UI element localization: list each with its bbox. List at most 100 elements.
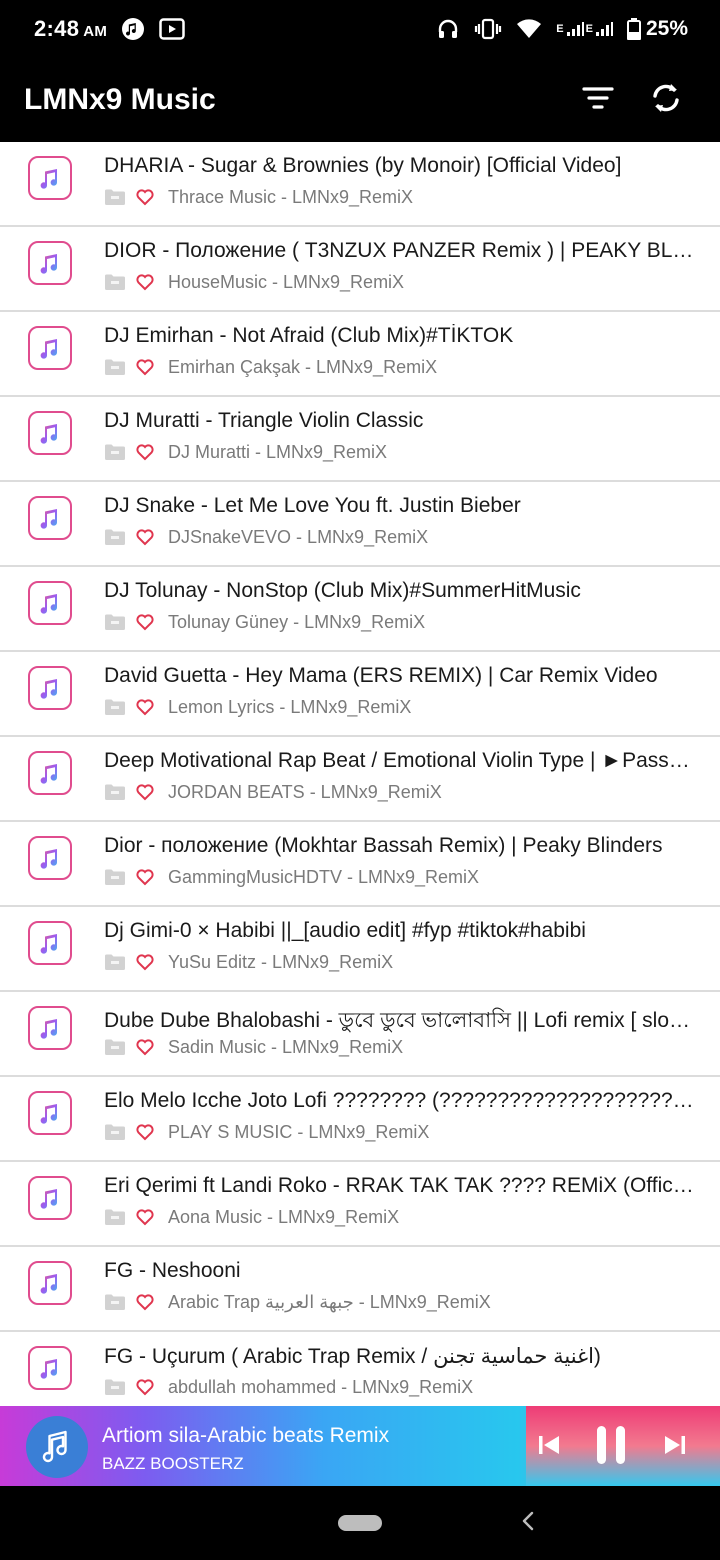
home-button[interactable] xyxy=(338,1515,382,1531)
favorite-heart-icon[interactable] xyxy=(136,1123,154,1141)
favorite-heart-icon[interactable] xyxy=(136,1208,154,1226)
music-note-icon xyxy=(28,156,72,200)
favorite-heart-icon[interactable] xyxy=(136,698,154,716)
music-note-icon xyxy=(28,666,72,710)
music-note-icon xyxy=(28,921,72,965)
favorite-heart-icon[interactable] xyxy=(136,868,154,886)
favorite-heart-icon[interactable] xyxy=(136,1293,154,1311)
song-artist: Thrace Music - LMNx9_RemiX xyxy=(168,186,414,207)
filter-button[interactable] xyxy=(568,70,628,130)
folder-icon xyxy=(104,273,126,291)
music-note-icon xyxy=(28,1176,72,1220)
app-title: LMNx9 Music xyxy=(24,83,216,116)
song-meta: Lemon Lyrics - LMNx9_RemiX xyxy=(104,695,694,719)
favorite-heart-icon[interactable] xyxy=(136,783,154,801)
song-title: FG - Neshooni xyxy=(104,1259,241,1282)
song-artist: Arabic Trap جبهة العربية - LMNx9_RemiX xyxy=(168,1291,491,1312)
song-artist: DJSnakeVEVO - LMNx9_RemiX xyxy=(168,526,429,547)
song-artist: Lemon Lyrics - LMNx9_RemiX xyxy=(168,696,412,717)
vibrate-icon xyxy=(474,17,502,41)
song-artist: Aona Music - LMNx9_RemiX xyxy=(168,1206,400,1227)
song-meta: HouseMusic - LMNx9_RemiX xyxy=(104,270,694,294)
list-item[interactable]: Dior - положение (Mokhtar Bassah Remix) … xyxy=(0,822,720,907)
song-artist: HouseMusic - LMNx9_RemiX xyxy=(168,271,405,292)
favorite-heart-icon[interactable] xyxy=(136,188,154,206)
list-item[interactable]: Eri Qerimi ft Landi Roko - RRAK TAK TAK … xyxy=(0,1162,720,1247)
favorite-heart-icon[interactable] xyxy=(136,273,154,291)
song-title: DJ Muratti - Triangle Violin Classic xyxy=(104,409,424,432)
sync-button[interactable] xyxy=(636,70,696,130)
status-bar: 2:48 AM E E 25% xyxy=(0,0,720,58)
folder-icon xyxy=(104,1293,126,1311)
music-note-icon xyxy=(28,496,72,540)
song-title: Dj Gimi-0 × Habibi ||_[audio edit] #fyp … xyxy=(104,919,586,942)
favorite-heart-icon[interactable] xyxy=(136,1038,154,1056)
music-note-icon xyxy=(28,1091,72,1135)
list-item[interactable]: DJ Tolunay - NonStop (Club Mix)#SummerHi… xyxy=(0,567,720,652)
song-meta: YuSu Editz - LMNx9_RemiX xyxy=(104,950,694,974)
folder-icon xyxy=(104,1123,126,1141)
song-meta: Emirhan Çakşak - LMNx9_RemiX xyxy=(104,355,694,379)
list-item[interactable]: DHARIA - Sugar & Brownies (by Monoir) [O… xyxy=(0,142,720,227)
favorite-heart-icon[interactable] xyxy=(136,443,154,461)
music-note-icon xyxy=(121,17,145,41)
list-item[interactable]: Deep Motivational Rap Beat / Emotional V… xyxy=(0,737,720,822)
back-button[interactable] xyxy=(516,1508,540,1538)
favorite-heart-icon[interactable] xyxy=(136,953,154,971)
song-title: Dube Dube Bhalobashi - ডুবে ডুবে ভালোবাস… xyxy=(104,1009,694,1032)
list-item[interactable]: Elo Melo Icche Joto Lofi ???????? (?????… xyxy=(0,1077,720,1162)
song-list[interactable]: DHARIA - Sugar & Brownies (by Monoir) [O… xyxy=(0,142,720,1406)
list-item[interactable]: FG - Uçurum ( Arabic Trap Remix / اغنية … xyxy=(0,1332,720,1406)
favorite-heart-icon[interactable] xyxy=(136,1378,154,1396)
list-item[interactable]: David Guetta - Hey Mama (ERS REMIX) | Ca… xyxy=(0,652,720,737)
song-meta: JORDAN BEATS - LMNx9_RemiX xyxy=(104,780,694,804)
song-artist: DJ Muratti - LMNx9_RemiX xyxy=(168,441,388,462)
folder-icon xyxy=(104,1208,126,1226)
pause-button[interactable] xyxy=(588,1424,634,1470)
song-title: DHARIA - Sugar & Brownies (by Monoir) [O… xyxy=(104,154,622,177)
folder-icon xyxy=(104,188,126,206)
skip-previous-icon xyxy=(535,1431,563,1464)
song-artist: YuSu Editz - LMNx9_RemiX xyxy=(168,951,394,972)
favorite-heart-icon[interactable] xyxy=(136,613,154,631)
folder-icon xyxy=(104,1378,126,1396)
now-playing-title: Artiom sila-Arabic beats Remix xyxy=(102,1424,390,1447)
song-title: DIOR - Положение ( T3NZUX PANZER Remix )… xyxy=(104,239,694,262)
song-meta: PLAY S MUSIC - LMNx9_RemiX xyxy=(104,1120,694,1144)
list-item[interactable]: DIOR - Положение ( T3NZUX PANZER Remix )… xyxy=(0,227,720,312)
folder-icon xyxy=(104,698,126,716)
music-note-icon xyxy=(28,1006,72,1050)
music-note-icon xyxy=(28,581,72,625)
list-item[interactable]: DJ Snake - Let Me Love You ft. Justin Bi… xyxy=(0,482,720,567)
battery-icon: 25% xyxy=(626,17,688,41)
song-meta: Arabic Trap جبهة العربية - LMNx9_RemiX xyxy=(104,1290,694,1314)
song-title: Elo Melo Icche Joto Lofi ???????? (?????… xyxy=(104,1089,694,1112)
now-playing-bar[interactable]: Artiom sila-Arabic beats Remix BAZZ BOOS… xyxy=(0,1406,720,1486)
song-meta: GammingMusicHDTV - LMNx9_RemiX xyxy=(104,865,694,889)
album-art[interactable] xyxy=(26,1416,88,1478)
song-meta: Thrace Music - LMNx9_RemiX xyxy=(104,185,694,209)
song-title: DJ Snake - Let Me Love You ft. Justin Bi… xyxy=(104,494,521,517)
list-item[interactable]: Dube Dube Bhalobashi - ডুবে ডুবে ভালোবাস… xyxy=(0,992,720,1077)
previous-button[interactable] xyxy=(526,1424,572,1470)
folder-icon xyxy=(104,443,126,461)
list-item[interactable]: FG - Neshooni Arabic Trap جبهة العربية -… xyxy=(0,1247,720,1332)
favorite-heart-icon[interactable] xyxy=(136,358,154,376)
song-title: Dior - положение (Mokhtar Bassah Remix) … xyxy=(104,834,663,857)
next-button[interactable] xyxy=(652,1424,698,1470)
music-note-icon xyxy=(28,1261,72,1305)
song-title: FG - Uçurum ( Arabic Trap Remix / اغنية … xyxy=(104,1345,601,1368)
folder-icon xyxy=(104,1038,126,1056)
list-item[interactable]: DJ Emirhan - Not Afraid (Club Mix)#TİKTO… xyxy=(0,312,720,397)
song-title: Deep Motivational Rap Beat / Emotional V… xyxy=(104,749,694,772)
favorite-heart-icon[interactable] xyxy=(136,528,154,546)
headphones-icon xyxy=(436,17,460,41)
song-artist: PLAY S MUSIC - LMNx9_RemiX xyxy=(168,1121,430,1142)
music-note-icon xyxy=(28,836,72,880)
song-title: DJ Tolunay - NonStop (Club Mix)#SummerHi… xyxy=(104,579,581,602)
list-item[interactable]: DJ Muratti - Triangle Violin Classic DJ … xyxy=(0,397,720,482)
pause-icon xyxy=(591,1423,631,1472)
list-item[interactable]: Dj Gimi-0 × Habibi ||_[audio edit] #fyp … xyxy=(0,907,720,992)
song-title: DJ Emirhan - Not Afraid (Club Mix)#TİKTO… xyxy=(104,324,514,347)
filter-icon xyxy=(582,85,614,116)
